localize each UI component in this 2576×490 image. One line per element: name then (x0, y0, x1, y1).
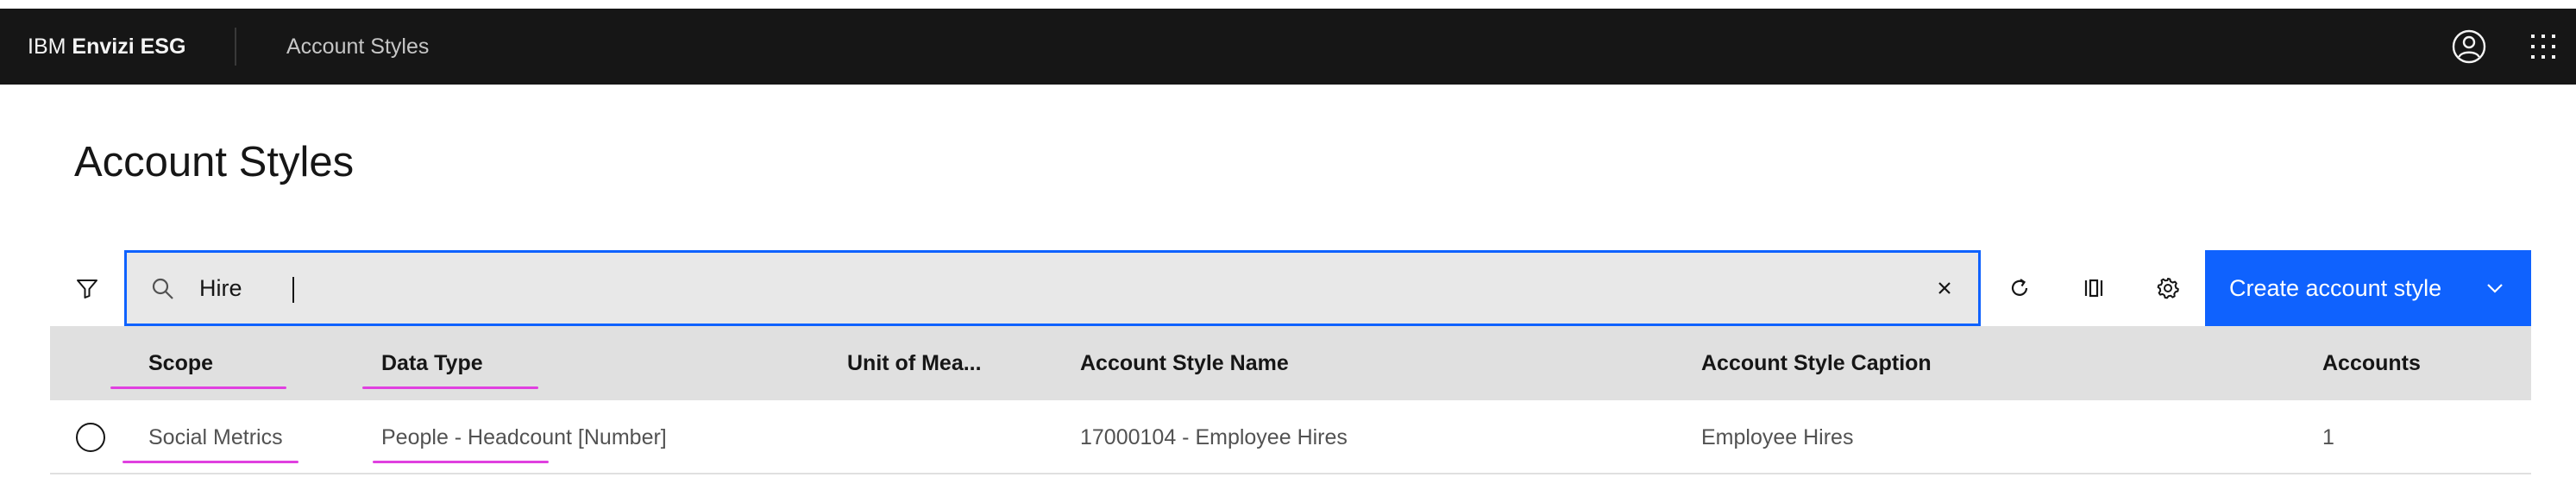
top-header: IBM Envizi ESG Account Styles (0, 9, 2576, 85)
cell-scope: Social Metrics (148, 425, 283, 449)
create-button-divider (2458, 250, 2459, 326)
cell-data-type: People - Headcount [Number] (381, 425, 667, 449)
brand-name: Envizi ESG (72, 35, 186, 59)
clear-search-button[interactable] (1928, 272, 1961, 305)
chevron-down-icon[interactable] (2481, 274, 2509, 302)
settings-button[interactable] (2131, 250, 2205, 326)
cell-account-style-name: 17000104 - Employee Hires (1080, 425, 1348, 449)
column-header-account-style-name[interactable]: Account Style Name (1080, 326, 1289, 400)
filter-button[interactable] (50, 250, 124, 326)
brand-logo[interactable]: IBM Envizi ESG (28, 9, 185, 85)
table-row[interactable]: Social Metrics People - Headcount [Numbe… (50, 400, 2531, 474)
row-select-radio[interactable] (76, 423, 105, 452)
page-title: Account Styles (74, 139, 355, 185)
app-switcher-icon[interactable] (2524, 28, 2562, 66)
header-divider (235, 28, 236, 66)
text-caret (292, 277, 294, 303)
refresh-icon (2011, 279, 2028, 296)
search-icon (152, 278, 173, 299)
column-header-unit-of-measure[interactable]: Unit of Mea... (847, 326, 982, 400)
filter-icon (77, 280, 97, 298)
column-header-scope[interactable]: Scope (148, 326, 213, 400)
cell-accounts: 1 (2322, 425, 2334, 449)
account-styles-table: Scope Data Type Unit of Mea... Account S… (50, 326, 2531, 474)
brand-prefix: IBM (28, 35, 66, 59)
search-box[interactable] (124, 250, 1981, 326)
column-header-account-style-caption[interactable]: Account Style Caption (1701, 326, 1932, 400)
table-toolbar: Create account style (50, 250, 2531, 326)
columns-button[interactable] (2057, 250, 2131, 326)
user-avatar-icon[interactable] (2450, 28, 2488, 66)
search-input[interactable] (199, 253, 1907, 324)
cell-account-style-caption: Employee Hires (1701, 425, 1854, 449)
create-button-label: Create account style (2229, 275, 2442, 301)
annotation-underline (373, 461, 549, 463)
refresh-button[interactable] (1982, 250, 2057, 326)
annotation-underline (362, 386, 538, 389)
close-icon (1938, 282, 1951, 294)
create-account-style-button[interactable]: Create account style (2205, 250, 2531, 326)
column-header-data-type[interactable]: Data Type (381, 326, 483, 400)
annotation-underline (110, 386, 286, 389)
table-header: Scope Data Type Unit of Mea... Account S… (50, 326, 2531, 400)
columns-icon (2084, 279, 2103, 298)
annotation-underline (123, 461, 298, 463)
settings-icon (2157, 278, 2179, 299)
column-header-accounts[interactable]: Accounts (2322, 326, 2421, 400)
header-app-name[interactable]: Account Styles (286, 9, 429, 85)
